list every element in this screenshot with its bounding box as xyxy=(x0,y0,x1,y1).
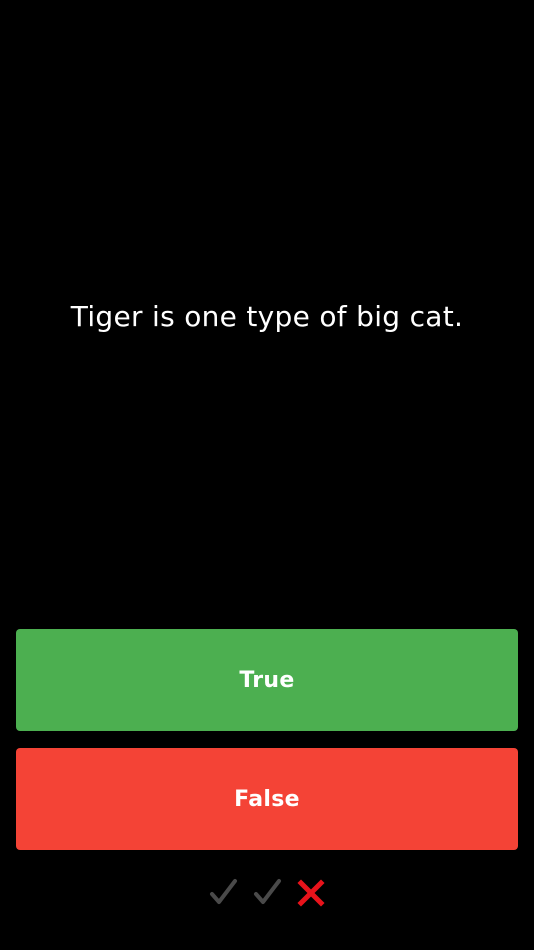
question-text: Tiger is one type of big cat. xyxy=(70,300,464,333)
checkmark-icon xyxy=(210,879,237,904)
true-button[interactable]: True xyxy=(16,629,518,731)
true-button-label: True xyxy=(239,667,295,693)
checkmark-icon xyxy=(254,879,281,904)
cross-icon xyxy=(297,879,325,907)
score-history xyxy=(0,873,534,913)
false-button[interactable]: False xyxy=(16,748,518,850)
false-button-label: False xyxy=(234,786,300,812)
